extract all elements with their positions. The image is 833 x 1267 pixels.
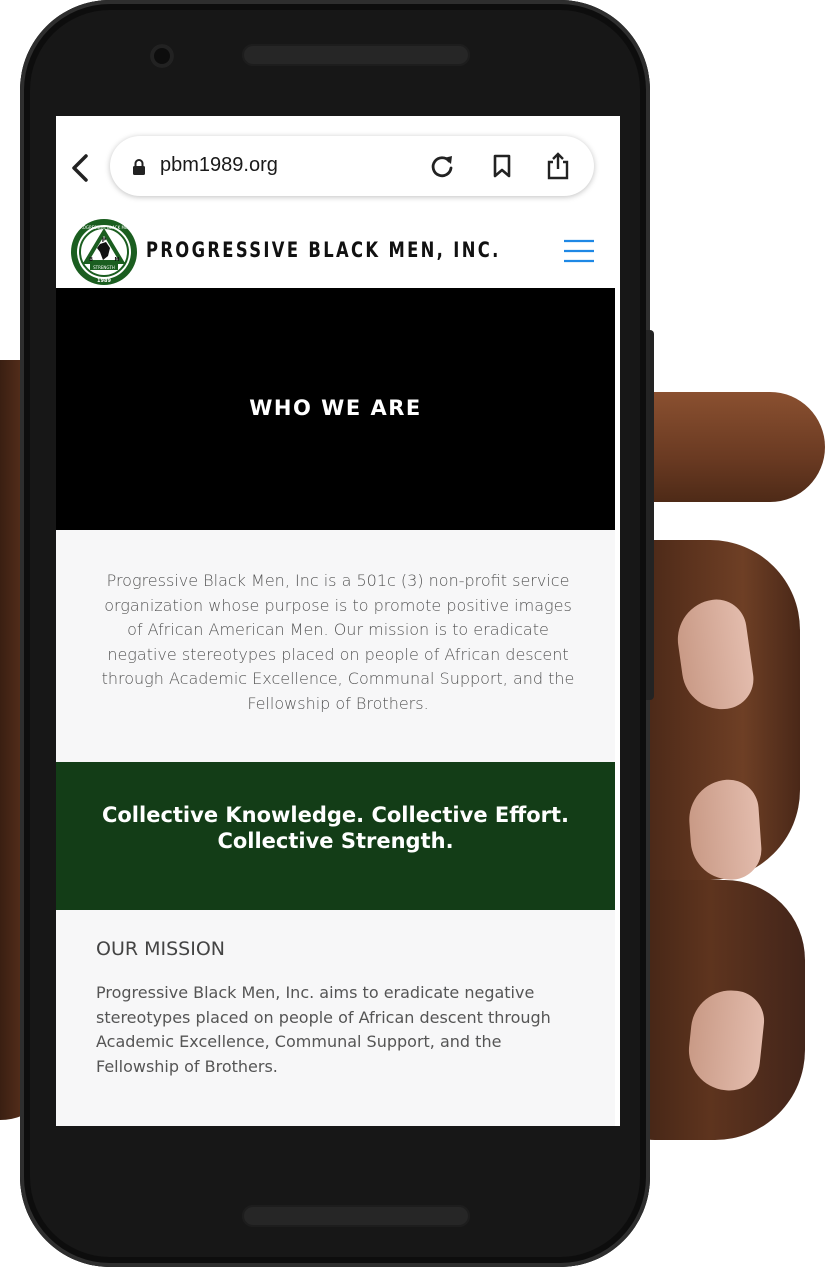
mission-paragraph: Progressive Black Men, Inc. aims to erad… [96, 983, 551, 1076]
back-button[interactable] [66, 148, 96, 188]
bookmark-icon[interactable] [488, 152, 516, 180]
motto-text: Collective Knowledge. Collective Effort.… [101, 803, 570, 853]
mission-heading: OUR MISSION [96, 938, 225, 960]
hamburger-icon[interactable] [564, 238, 594, 264]
earpiece-speaker [242, 44, 470, 66]
bottom-speaker [242, 1205, 470, 1227]
reload-icon[interactable] [428, 152, 456, 180]
logo-top-text: PROGRESSIVE BLACK MEN [78, 225, 131, 230]
pbm-logo[interactable]: STRENGTH 1989 PROGRESSIVE BLACK MEN P B … [70, 218, 138, 286]
phone-screen: pbm1989.org STRENGTH 1989 PROGRESSIVE BL… [56, 116, 620, 1126]
screen-edge [615, 288, 620, 1126]
share-icon[interactable] [544, 152, 572, 180]
address-bar[interactable]: pbm1989.org [110, 136, 594, 196]
site-title[interactable]: PROGRESSIVE BLACK MEN, INC. [146, 238, 501, 262]
site-header: STRENGTH 1989 PROGRESSIVE BLACK MEN P B … [56, 216, 620, 288]
intro-paragraph: Progressive Black Men, Inc is a 501c (3)… [101, 571, 575, 713]
chevron-left-icon [72, 154, 88, 182]
logo-year: 1989 [97, 278, 111, 284]
logo-ribbon-text: STRENGTH [93, 265, 115, 270]
url-text[interactable]: pbm1989.org [160, 154, 278, 177]
hero-section: WHO WE ARE [56, 288, 615, 530]
hero-title: WHO WE ARE [249, 396, 422, 420]
motto-banner: Collective Knowledge. Collective Effort.… [56, 762, 615, 910]
side-button [646, 330, 654, 700]
logo-letter-p: P [102, 237, 107, 244]
lock-icon [133, 159, 145, 175]
logo-letter-b: B [89, 257, 93, 263]
front-camera [150, 44, 174, 68]
logo-letter-m: M [115, 257, 120, 263]
browser-toolbar: pbm1989.org [56, 116, 620, 216]
